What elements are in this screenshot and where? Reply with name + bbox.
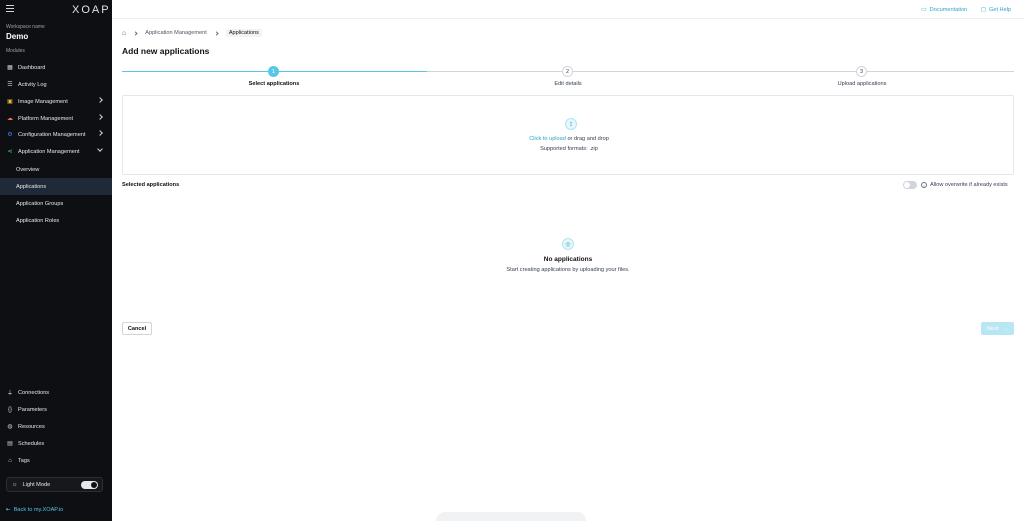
sidebar-item-label: Image Management — [18, 98, 68, 105]
allow-overwrite-row: i Allow overwrite if already exists — [903, 181, 1008, 189]
sidebar-item-tags[interactable]: ⌂ Tags — [0, 452, 112, 469]
home-icon[interactable]: ⌂ — [122, 30, 126, 37]
modules-label: Modules — [6, 48, 25, 54]
supported-formats: Supported formats: .zip — [540, 146, 598, 152]
click-to-upload-link[interactable]: Click to upload — [529, 136, 566, 142]
sidebar-item-label: Connections — [18, 389, 50, 396]
chevron-right-icon — [133, 30, 138, 36]
step-2-label: Edit details — [554, 81, 582, 87]
breadcrumb-current: Applications — [225, 29, 262, 37]
tag-icon: ⌂ — [8, 457, 12, 464]
step-3-label: Upload applications — [837, 81, 887, 87]
arrow-right-icon: → — [1002, 325, 1009, 332]
get-help-link[interactable]: ◻ Get Help — [981, 6, 1012, 14]
light-mode-row: ☼ Light Mode — [6, 477, 103, 492]
documentation-link[interactable]: ▭ Documentation — [921, 6, 968, 14]
step-1-label: Select applications — [248, 81, 300, 87]
next-button[interactable]: Next → — [981, 322, 1014, 335]
empty-state-title: No applications — [543, 256, 593, 263]
chevron-right-icon — [214, 30, 219, 36]
sidebar-item-label: Activity Log — [18, 81, 47, 88]
workspace-label: Workspace name — [6, 24, 45, 30]
upload-icon: ⇪ — [565, 118, 577, 130]
sidebar-item-application-management[interactable]: ⋖ Application Management — [0, 143, 112, 160]
empty-state-subtitle: Start creating applications by uploading… — [506, 267, 630, 273]
sidebar-subitem-application-groups[interactable]: Application Groups — [0, 195, 112, 212]
sidebar-item-label: Resources — [18, 423, 45, 430]
light-mode-label: Light Mode — [22, 481, 51, 488]
list-icon: ☰ — [7, 82, 13, 88]
sidebar-item-label: Configuration Management — [18, 131, 86, 138]
brackets-icon: {} — [7, 406, 12, 413]
sidebar-item-dashboard[interactable]: ▦ Dashboard — [0, 59, 112, 76]
calendar-icon: ▤ — [7, 441, 13, 447]
back-to-xoap-link[interactable]: ⇤ Back to my.XOAP.io — [6, 507, 63, 513]
sidebar-item-label: Dashboard — [18, 64, 46, 71]
chevron-down-icon — [97, 146, 103, 152]
step-2-circle: 2 — [562, 66, 573, 77]
sidebar-item-platform-management[interactable]: ☁ Platform Management — [0, 110, 112, 127]
documentation-label: Documentation — [929, 6, 968, 13]
breadcrumb: ⌂ Application Management Applications — [122, 28, 262, 38]
next-button-label: Next — [986, 325, 999, 332]
sidebar-item-label: Schedules — [18, 440, 45, 447]
sidebar-item-image-management[interactable]: ▣ Image Management — [0, 93, 112, 110]
book-icon: ▭ — [921, 7, 927, 13]
sidebar-item-label: Platform Management — [18, 115, 74, 122]
bottom-overlay — [436, 512, 586, 521]
page-title: Add new applications — [122, 46, 210, 56]
step-3-circle: 3 — [856, 66, 867, 77]
selected-applications-label: Selected applications — [122, 182, 180, 188]
get-help-label: Get Help — [988, 6, 1012, 13]
gear-icon: ⚙ — [7, 132, 13, 138]
image-icon: ▣ — [7, 99, 13, 105]
topbar: ▭ Documentation ◻ Get Help — [112, 0, 1024, 19]
sidebar-item-label: Application Management — [18, 148, 80, 155]
sidebar-item-configuration-management[interactable]: ⚙ Configuration Management — [0, 126, 112, 143]
stepper-track-line — [427, 71, 1014, 72]
help-icon: ◻ — [981, 7, 986, 13]
allow-overwrite-toggle[interactable] — [903, 181, 917, 189]
chevron-right-icon — [97, 130, 103, 136]
plug-icon: ⏚ — [6, 391, 13, 397]
sidebar-item-schedules[interactable]: ▤ Schedules — [0, 435, 112, 452]
light-mode-toggle[interactable] — [81, 481, 98, 489]
sidebar-item-activity-log[interactable]: ☰ Activity Log — [0, 76, 112, 93]
step-1-circle: 1 — [268, 66, 279, 77]
cancel-button[interactable]: Cancel — [122, 322, 152, 335]
sidebar-subitem-application-roles[interactable]: Application Roles — [0, 212, 112, 229]
drag-drop-text: or drag and drop — [565, 136, 609, 142]
share-icon: ⋖ — [7, 149, 13, 155]
arrow-left-icon: ⇤ — [6, 507, 11, 513]
breadcrumb-item[interactable]: Application Management — [145, 30, 207, 36]
sidebar-item-parameters[interactable]: {} Parameters — [0, 401, 112, 418]
empty-state-icon: ◎ — [562, 238, 574, 250]
chevron-right-icon — [97, 97, 103, 103]
sun-icon: ☼ — [12, 481, 18, 488]
menu-icon[interactable] — [6, 5, 14, 12]
sidebar-item-label: Tags — [18, 457, 30, 464]
chevron-right-icon — [97, 114, 103, 120]
cloud-icon: ☁ — [7, 116, 13, 122]
grid-icon: ▦ — [7, 65, 13, 71]
globe-icon: ◍ — [7, 424, 13, 430]
sidebar-item-resources[interactable]: ◍ Resources — [0, 418, 112, 435]
sidebar: XOAP Workspace name Demo Modules ▦ Dashb… — [0, 0, 112, 521]
back-link-label: Back to my.XOAP.io — [13, 507, 64, 513]
sidebar-header: XOAP — [0, 0, 112, 18]
sidebar-subitem-applications[interactable]: Applications — [0, 178, 112, 195]
info-icon[interactable]: i — [921, 182, 927, 188]
logo: XOAP — [72, 4, 111, 16]
sidebar-item-label: Parameters — [18, 406, 47, 413]
dropzone-instructions: Click to upload or drag and drop — [123, 136, 1015, 142]
workspace-name[interactable]: Demo — [6, 32, 28, 41]
sidebar-item-connections[interactable]: ⏚ Connections — [0, 384, 112, 401]
allow-overwrite-label: Allow overwrite if already exists — [930, 182, 1008, 188]
upload-dropzone[interactable]: ⇪ Click to upload or drag and drop Suppo… — [122, 95, 1014, 175]
sidebar-subitem-overview[interactable]: Overview — [0, 161, 112, 178]
